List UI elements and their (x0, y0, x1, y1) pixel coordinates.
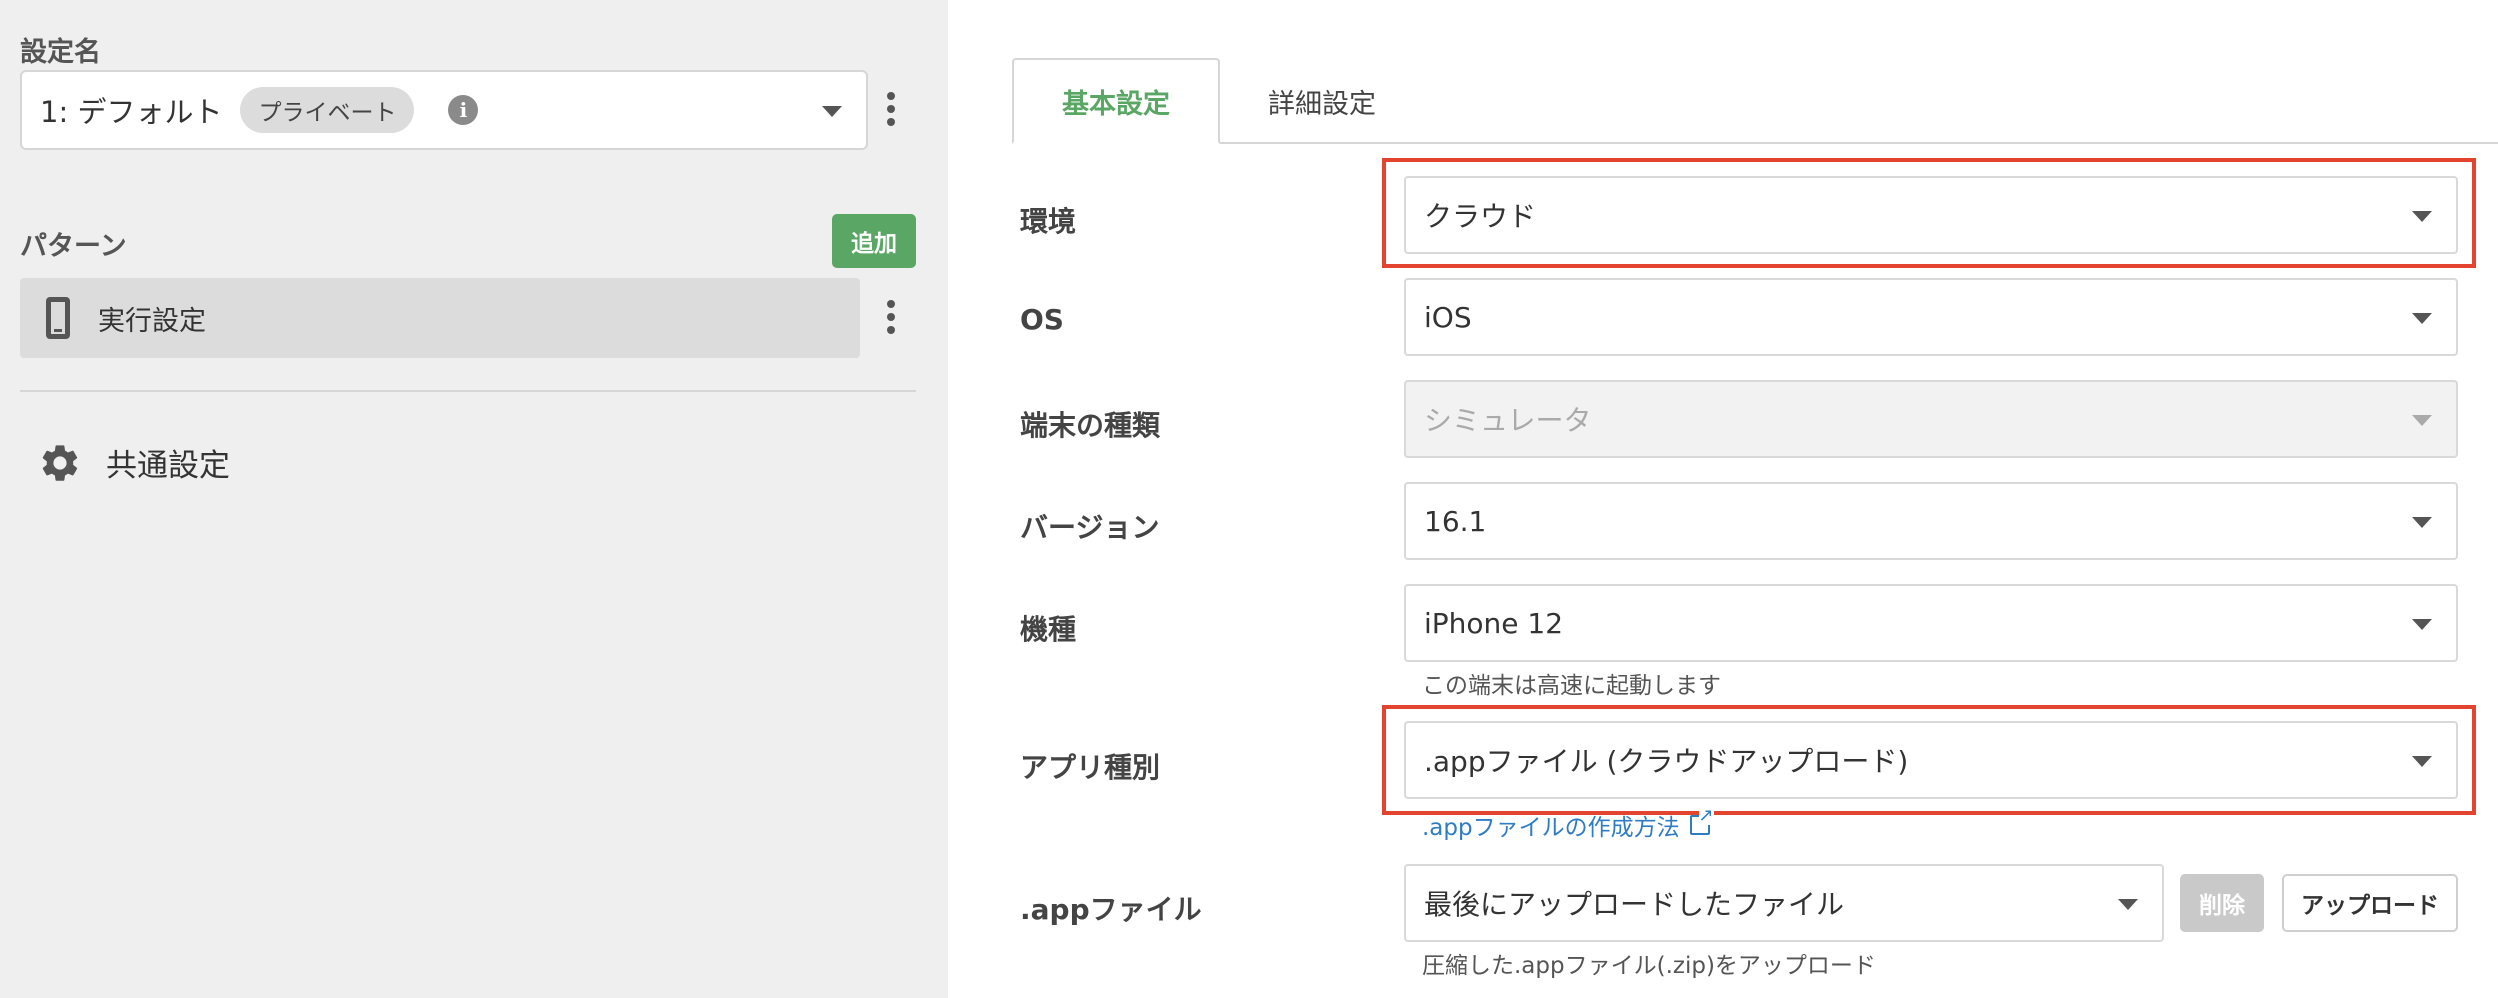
config-select[interactable]: 1: デフォルト プライベート i (20, 70, 868, 150)
version-label: バージョン (1020, 511, 1160, 544)
private-badge: プライベート (240, 87, 415, 133)
chevron-down-icon (2412, 517, 2432, 528)
model-hint: この端末は高速に起動します (1422, 673, 1721, 699)
settings-name-label: 設定名 (20, 37, 101, 68)
phone-icon (46, 297, 70, 339)
chevron-down-icon (2412, 619, 2432, 630)
common-settings-item[interactable]: 共通設定 (38, 440, 230, 485)
delete-button[interactable]: 削除 (2180, 874, 2264, 932)
config-more-icon[interactable] (886, 92, 896, 126)
chevron-down-icon (2118, 899, 2138, 910)
os-value: iOS (1424, 300, 1472, 334)
version-value: 16.1 (1424, 504, 1487, 538)
config-name: 1: デフォルト (40, 95, 223, 129)
device-type-value: シミュレータ (1424, 404, 1592, 437)
pattern-item[interactable]: 実行設定 (20, 278, 860, 358)
gear-icon (42, 444, 78, 481)
tab-bar: 基本設定 詳細設定 (1012, 58, 1424, 144)
device-type-select: シミュレータ (1404, 380, 2458, 458)
info-icon[interactable]: i (448, 95, 479, 125)
app-file-value: 最後にアップロードしたファイル (1424, 888, 1845, 921)
os-label: OS (1020, 303, 1064, 336)
environment-label: 環境 (1020, 205, 1077, 238)
pattern-label: パターン (20, 231, 127, 262)
app-file-howto-link[interactable]: .appファイルの作成方法 (1422, 807, 1714, 842)
common-settings-label: 共通設定 (106, 448, 230, 484)
pattern-more-icon[interactable] (886, 300, 896, 334)
settings-sidebar: 設定名 1: デフォルト プライベート i パターン 追加 実行設定 共通設定 (0, 0, 948, 998)
model-select[interactable]: iPhone 12 (1404, 584, 2458, 662)
pattern-item-label: 実行設定 (98, 305, 206, 337)
app-file-howto-label: .appファイルの作成方法 (1422, 815, 1680, 841)
model-label: 機種 (1020, 613, 1077, 646)
os-select[interactable]: iOS (1404, 278, 2458, 356)
add-pattern-button[interactable]: 追加 (832, 214, 916, 268)
external-link-icon (1689, 807, 1714, 835)
tab-basic-settings[interactable]: 基本設定 (1012, 58, 1220, 144)
app-file-select[interactable]: 最後にアップロードしたファイル (1404, 864, 2164, 942)
model-value: iPhone 12 (1424, 606, 1564, 640)
tab-advanced-settings[interactable]: 詳細設定 (1220, 58, 1424, 144)
app-type-label: アプリ種別 (1020, 751, 1161, 784)
app-file-label: .appファイル (1020, 893, 1202, 926)
highlight-box-environment (1382, 158, 2476, 268)
sidebar-divider (20, 390, 916, 392)
chevron-down-icon (822, 106, 842, 117)
app-file-hint: 圧縮した.appファイル(.zip)をアップロード (1422, 953, 1876, 979)
chevron-down-icon (2412, 415, 2432, 426)
upload-button[interactable]: アップロード (2282, 874, 2458, 932)
version-select[interactable]: 16.1 (1404, 482, 2458, 560)
highlight-box-app-type (1382, 705, 2476, 815)
chevron-down-icon (2412, 313, 2432, 324)
device-type-label: 端末の種類 (1020, 409, 1161, 442)
